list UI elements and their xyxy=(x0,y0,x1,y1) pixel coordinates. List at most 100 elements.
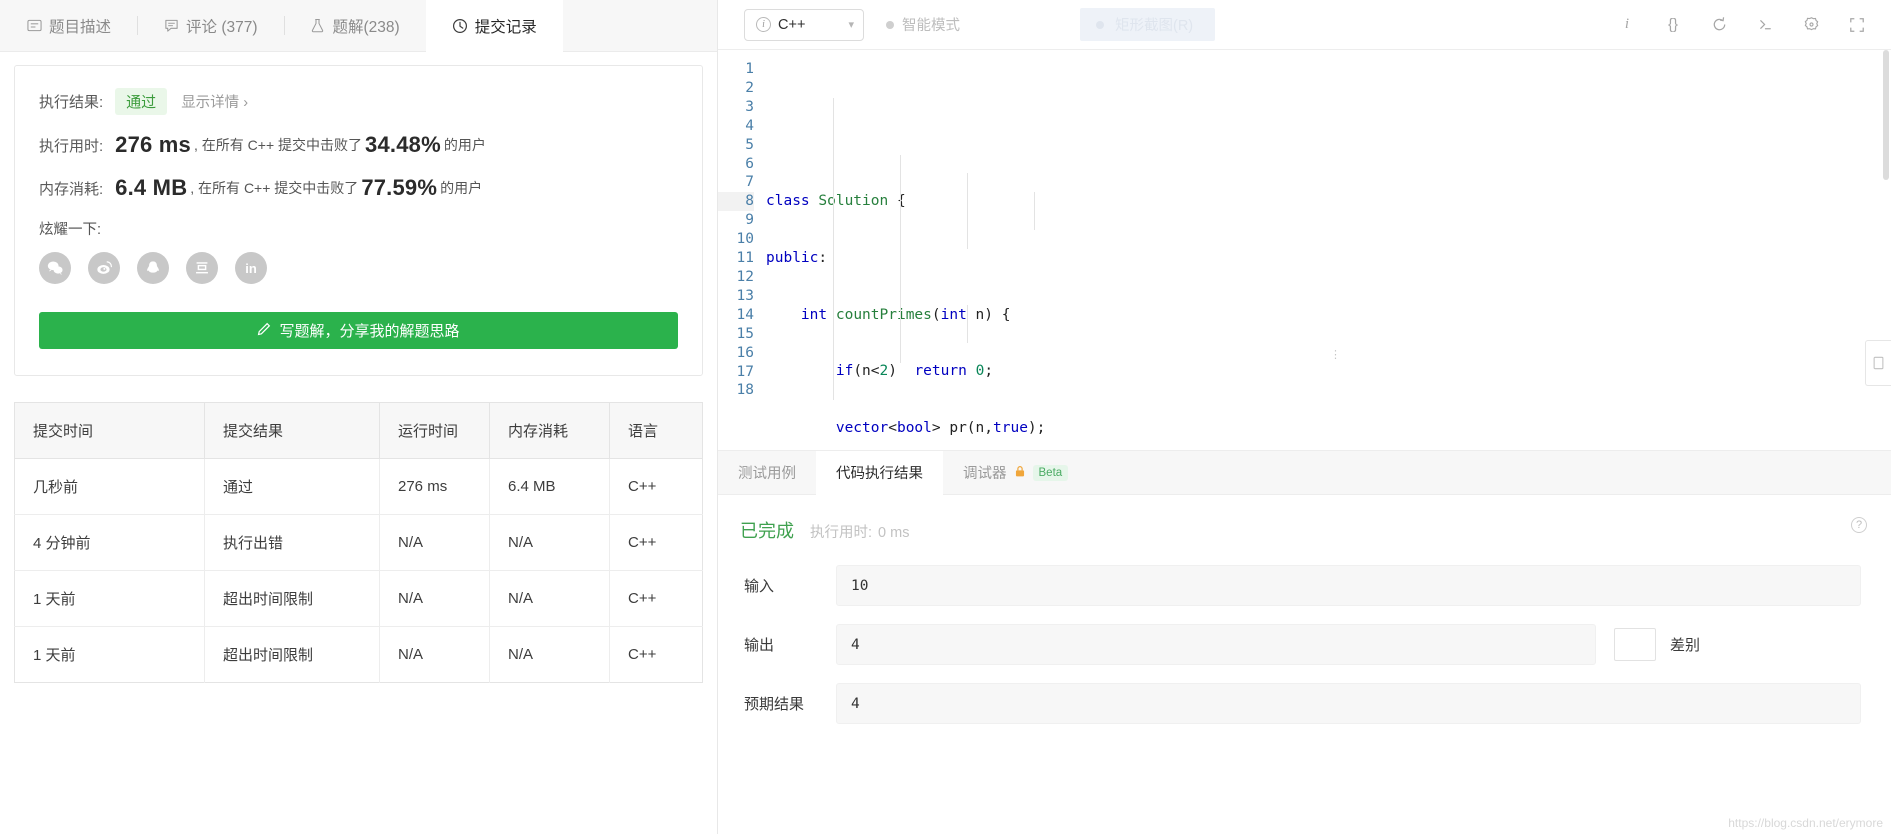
console-tabbar: 测试用例 代码执行结果 调试器 Beta xyxy=(718,451,1891,495)
line-number: 15 xyxy=(736,325,754,342)
table-row[interactable]: 4 分钟前 执行出错 N/A N/A C++ xyxy=(14,514,703,571)
cell-result[interactable]: 超出时间限制 xyxy=(204,570,380,627)
tab-label: 代码执行结果 xyxy=(836,466,923,482)
wechat-icon[interactable] xyxy=(39,252,71,284)
table-row[interactable]: 几秒前 通过 276 ms 6.4 MB C++ xyxy=(14,458,703,515)
show-detail-link[interactable]: 显示详情 › xyxy=(181,91,248,112)
code-editor[interactable]: 1 2 3 4 5 6 7 8 9 10 11 12 13 14 15 16 1 xyxy=(718,50,1891,450)
problem-tabbar: 题目描述 评论 (377) 题解(238) 提交记录 xyxy=(0,0,717,52)
line-number: 10 xyxy=(736,231,754,248)
table-row[interactable]: 1 天前 超出时间限制 N/A N/A C++ xyxy=(14,570,703,627)
braces-icon[interactable]: {} xyxy=(1663,15,1683,35)
info-icon: i xyxy=(756,17,771,32)
tab-debugger[interactable]: 调试器 Beta xyxy=(943,451,1088,494)
weibo-icon[interactable] xyxy=(88,252,120,284)
douban-icon[interactable] xyxy=(186,252,218,284)
tab-label: 评论 (377) xyxy=(186,18,258,36)
info-icon[interactable]: i xyxy=(1617,15,1637,35)
editor-scrollbar-thumb[interactable] xyxy=(1883,50,1889,180)
expected-field: 4 xyxy=(836,683,1861,724)
expected-value: 4 xyxy=(851,695,860,712)
leetcode-submission-page: 题目描述 评论 (377) 题解(238) 提交记录 执行结果: 通过 显示详情… xyxy=(0,0,1891,834)
cell-memory: 6.4 MB xyxy=(489,458,610,515)
diff-swatch[interactable] xyxy=(1614,628,1656,661)
code-line: class Solution { xyxy=(766,193,906,210)
linkedin-icon[interactable]: in xyxy=(235,252,267,284)
execution-time-label: 执行用时: xyxy=(810,525,873,541)
notes-panel-toggle[interactable] xyxy=(1865,340,1891,386)
expected-label: 预期结果 xyxy=(744,696,805,713)
clock-icon xyxy=(452,18,468,34)
line-number: 4 xyxy=(745,117,754,134)
cell-language: C++ xyxy=(609,458,703,515)
flask-icon xyxy=(310,18,326,34)
code-area[interactable]: 1 2 3 4 5 6 7 8 9 10 11 12 13 14 15 16 1 xyxy=(718,50,1891,450)
code-line: vector<bool> pr(n,true); xyxy=(835,420,1046,437)
exec-result-label: 执行结果: xyxy=(39,94,104,111)
editor-scrollbar[interactable] xyxy=(1881,50,1891,450)
line-number: 2 xyxy=(745,79,754,96)
tab-submissions[interactable]: 提交记录 xyxy=(425,0,563,52)
memory-percentile: 77.59% xyxy=(361,175,438,200)
line-number: 16 xyxy=(736,344,754,361)
runtime-mid-text: , 在所有 C++ 提交中击败了 xyxy=(194,137,363,153)
language-select[interactable]: i C++ ▾ xyxy=(744,8,864,41)
code-line: if(n<2) return 0; xyxy=(835,363,994,380)
runtime-percentile: 34.48% xyxy=(365,132,441,157)
execution-time-value: 0 ms xyxy=(878,525,910,541)
line-number: 9 xyxy=(745,212,754,229)
cell-time: 1 天前 xyxy=(14,626,205,683)
settings-icon[interactable] xyxy=(1801,15,1821,35)
cell-time: 几秒前 xyxy=(14,458,205,515)
cell-memory: N/A xyxy=(489,626,610,683)
submissions-table: 提交时间 提交结果 运行时间 内存消耗 语言 几秒前 通过 276 ms 6.4… xyxy=(14,402,703,683)
description-icon xyxy=(26,18,42,34)
cell-memory: N/A xyxy=(489,514,610,571)
line-number: 17 xyxy=(736,363,754,380)
write-solution-button[interactable]: 写题解，分享我的解题思路 xyxy=(39,312,678,349)
tab-solutions[interactable]: 题解(238) xyxy=(283,0,426,51)
table-header-row: 提交时间 提交结果 运行时间 内存消耗 语言 xyxy=(14,402,703,459)
cell-time: 4 分钟前 xyxy=(14,514,205,571)
status-dot-icon xyxy=(886,20,894,29)
editor-toolbar-icons: i {} xyxy=(1617,15,1877,35)
output-value: 4 xyxy=(851,636,860,653)
fullscreen-icon[interactable] xyxy=(1847,15,1867,35)
language-value: C++ xyxy=(778,16,806,33)
tab-testcases[interactable]: 测试用例 xyxy=(718,451,816,494)
line-number: 5 xyxy=(745,136,754,153)
tab-label: 提交记录 xyxy=(474,18,537,36)
tab-problem-description[interactable]: 题目描述 xyxy=(0,0,137,51)
help-icon[interactable]: ? xyxy=(1851,517,1867,533)
qq-icon[interactable] xyxy=(137,252,169,284)
tab-execution-result[interactable]: 代码执行结果 xyxy=(816,451,943,495)
cell-result[interactable]: 执行出错 xyxy=(204,514,380,571)
tab-comments[interactable]: 评论 (377) xyxy=(137,0,284,51)
column-header-time: 提交时间 xyxy=(14,402,205,459)
line-number: 3 xyxy=(745,98,754,115)
memory-suffix: 的用户 xyxy=(440,180,483,196)
exec-result-row: 执行结果: 通过 显示详情 › xyxy=(39,88,678,115)
table-row[interactable]: 1 天前 超出时间限制 N/A N/A C++ xyxy=(14,626,703,683)
cell-result[interactable]: 通过 xyxy=(204,458,380,515)
diff-control[interactable]: 差别 xyxy=(1614,628,1700,661)
diff-label[interactable]: 差别 xyxy=(1670,634,1700,655)
cell-result[interactable]: 超出时间限制 xyxy=(204,626,380,683)
code-text[interactable]: class Solution { public: int countPrimes… xyxy=(766,60,1124,450)
code-line: int countPrimes(int n) { xyxy=(800,306,1011,323)
execution-status-line: 已完成 执行用时: 0 ms xyxy=(740,517,1861,543)
expected-row: 预期结果 4 xyxy=(740,683,1861,724)
cell-runtime: N/A xyxy=(379,626,490,683)
chevron-down-icon: ▾ xyxy=(848,19,854,31)
snip-tool-overlay: 矩形截图(R) xyxy=(1080,8,1216,41)
input-field[interactable]: 10 xyxy=(836,565,1861,606)
line-number: 8 xyxy=(718,192,754,212)
reset-icon[interactable] xyxy=(1709,15,1729,35)
editor-toolbar: i C++ ▾ 智能模式 矩形截图(R) i {} xyxy=(718,0,1891,50)
console-panel: 测试用例 代码执行结果 调试器 Beta ? 已完成 执行用时: 0 ms 输入… xyxy=(718,450,1891,834)
runtime-label: 执行用时: xyxy=(39,137,104,155)
cell-time: 1 天前 xyxy=(14,570,205,627)
tab-label: 题目描述 xyxy=(49,18,112,36)
console-icon[interactable] xyxy=(1755,15,1775,35)
smart-mode-toggle[interactable]: 智能模式 xyxy=(886,14,960,35)
